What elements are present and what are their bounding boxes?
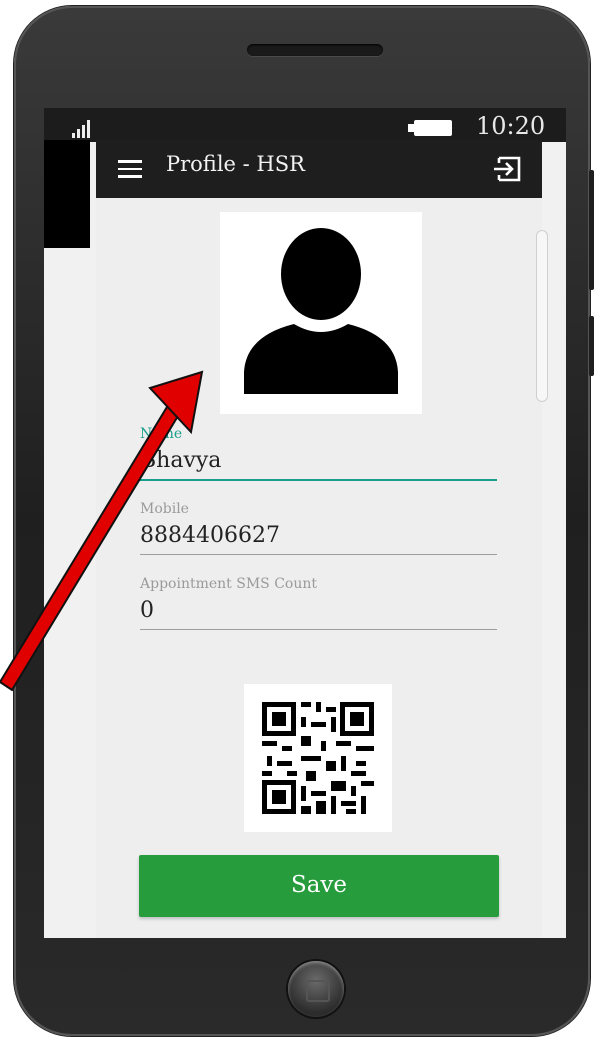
- side-button-lower: [589, 316, 594, 376]
- scrollbar[interactable]: [536, 230, 548, 402]
- name-field[interactable]: Name Bhavya: [140, 426, 497, 481]
- qr-code: [244, 684, 392, 832]
- phone-speaker: [247, 44, 383, 56]
- name-label: Name: [140, 426, 183, 442]
- app-bar: Profile - HSR: [96, 140, 542, 198]
- phone-screen: 10:20 Profile - HSR Name Bhavya Mobile 8…: [44, 108, 566, 938]
- save-button[interactable]: Save: [139, 855, 499, 917]
- hamburger-menu-icon[interactable]: [118, 160, 142, 178]
- battery-icon: [408, 120, 452, 136]
- sms-count-input[interactable]: 0: [140, 592, 497, 630]
- profile-content: Name Bhavya Mobile 8884406627 Appointmen…: [96, 198, 542, 938]
- page-title: Profile - HSR: [166, 152, 305, 176]
- name-input[interactable]: Bhavya: [140, 442, 497, 481]
- status-bar: 10:20: [44, 108, 566, 142]
- sms-count-field[interactable]: Appointment SMS Count 0: [140, 576, 497, 630]
- mobile-label: Mobile: [140, 501, 189, 517]
- logout-icon[interactable]: [490, 152, 524, 186]
- mobile-field[interactable]: Mobile 8884406627: [140, 501, 497, 555]
- user-silhouette-icon: [244, 228, 398, 394]
- status-time: 10:20: [476, 112, 546, 140]
- side-panel-shadow: [44, 140, 90, 248]
- avatar[interactable]: [220, 212, 422, 414]
- signal-icon: [72, 120, 90, 138]
- mobile-input[interactable]: 8884406627: [140, 517, 497, 555]
- sms-count-label: Appointment SMS Count: [140, 576, 318, 592]
- side-button-upper: [589, 170, 594, 290]
- home-button[interactable]: [288, 961, 344, 1017]
